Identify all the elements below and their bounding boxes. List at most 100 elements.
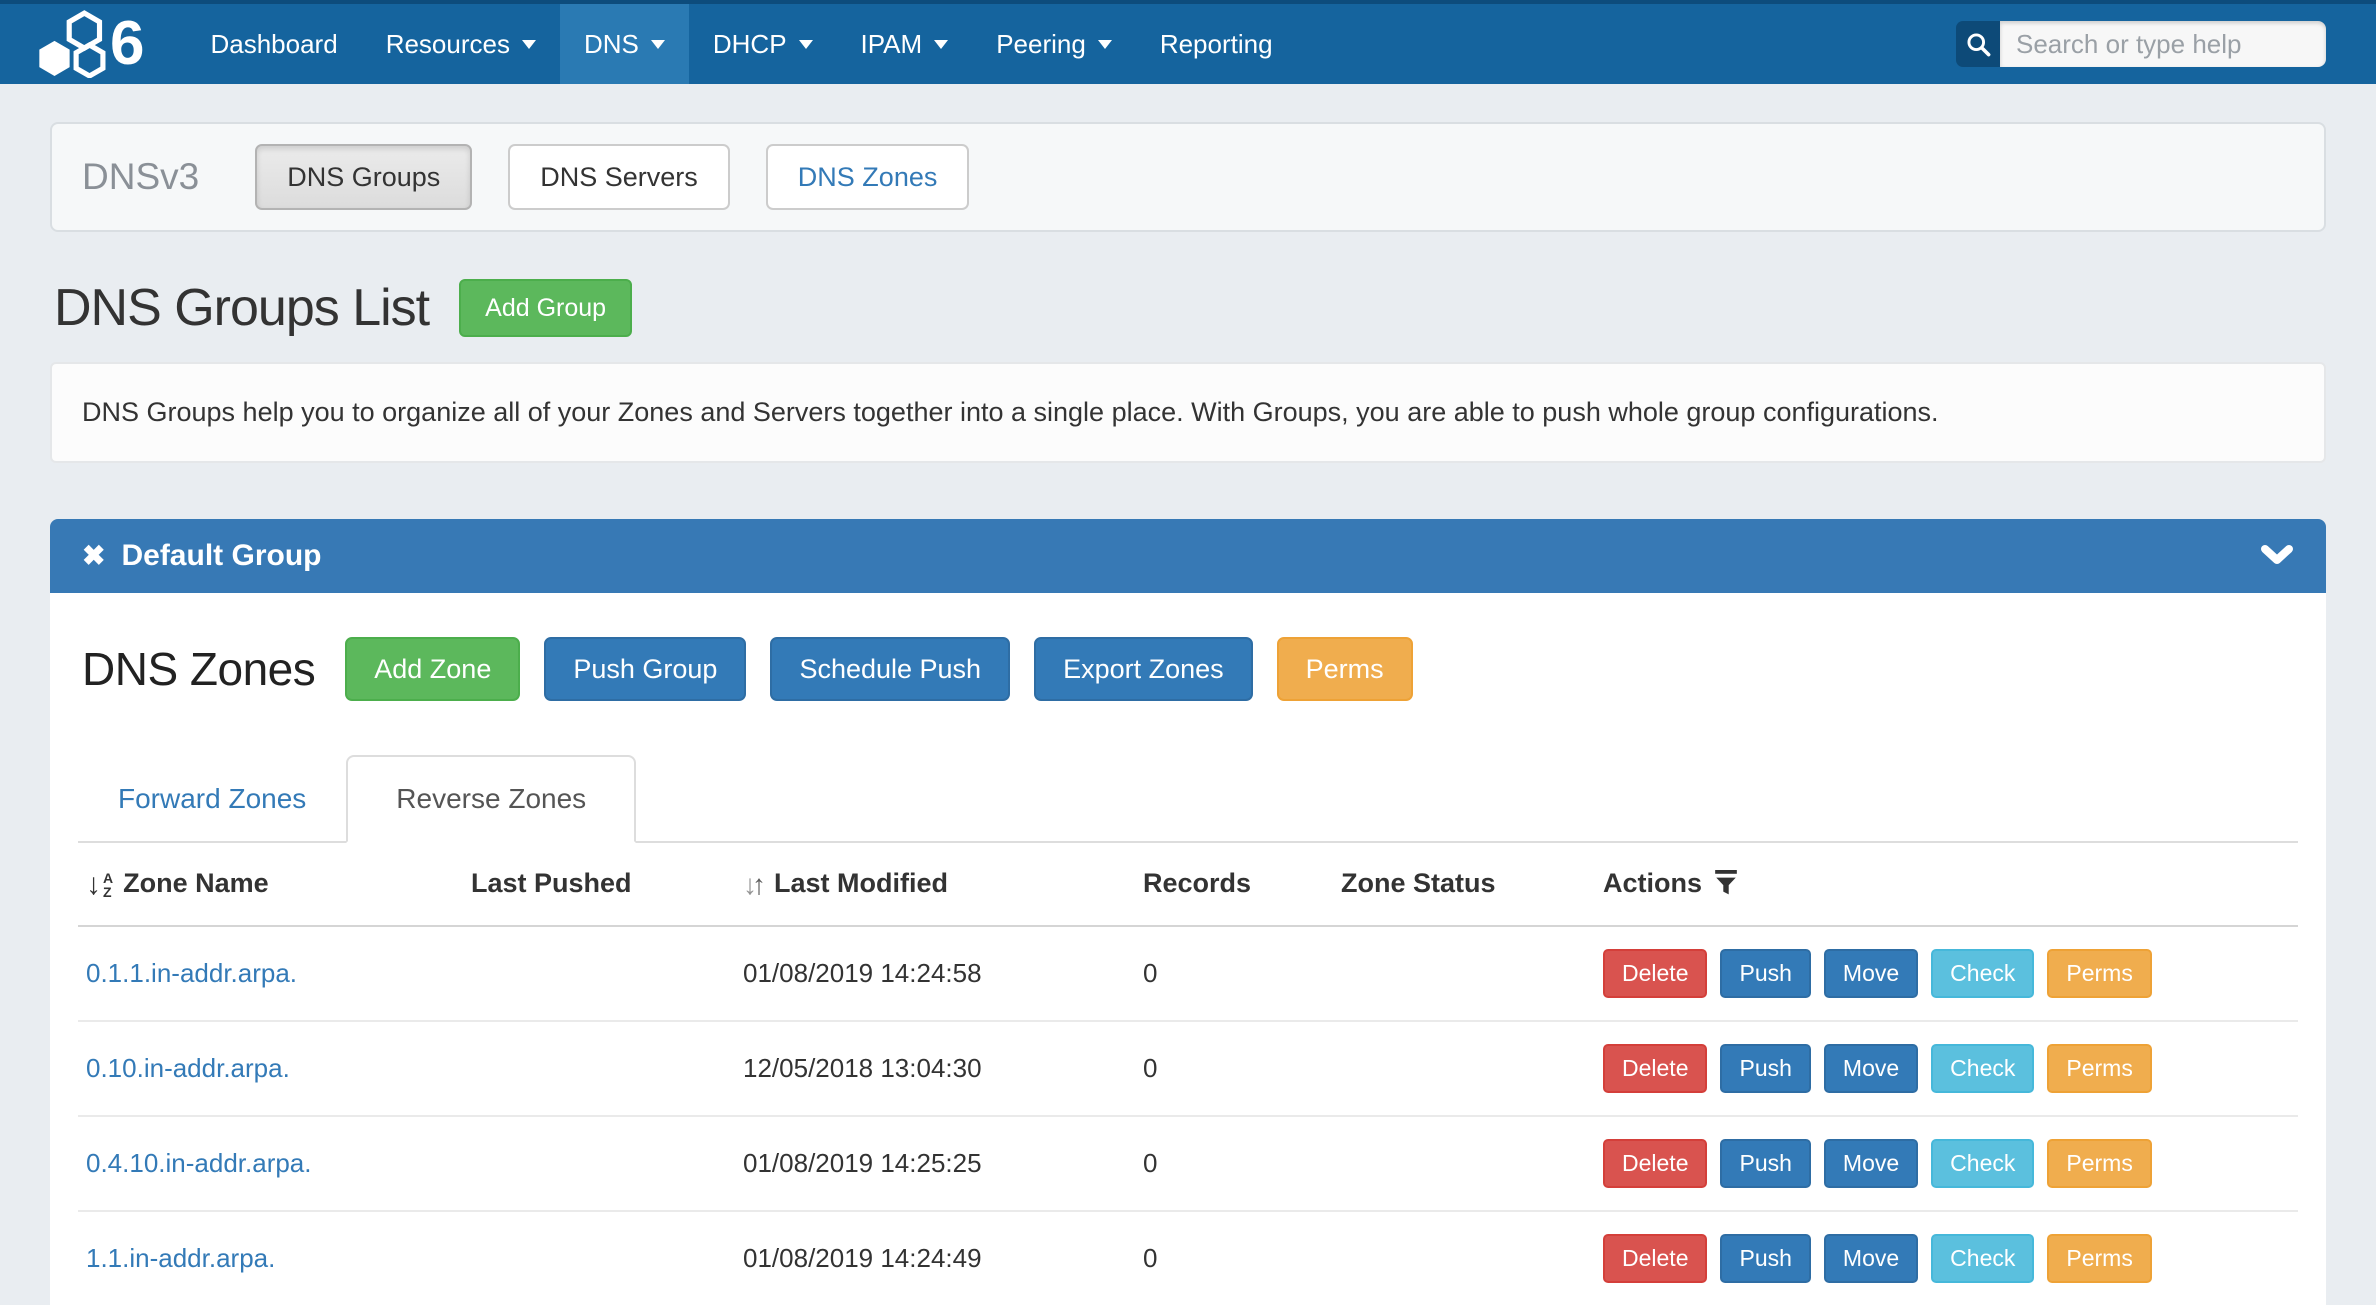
perms-button[interactable]: Perms bbox=[2047, 1234, 2151, 1283]
last-modified-cell: 01/08/2019 14:24:49 bbox=[735, 1211, 1135, 1305]
zone-tabs: Forward ZonesReverse Zones bbox=[78, 755, 2298, 843]
dns-zones-button[interactable]: DNS Zones bbox=[766, 144, 970, 210]
actions-cell: Delete Push Move Check Perms bbox=[1595, 1211, 2298, 1305]
nav-item-peering[interactable]: Peering bbox=[972, 4, 1136, 84]
push-button[interactable]: Push bbox=[1720, 1234, 1810, 1283]
column-header-last-modified[interactable]: ↓↑Last Modified bbox=[735, 843, 1135, 926]
column-header-actions[interactable]: Actions bbox=[1595, 843, 2298, 926]
add-group-button[interactable]: Add Group bbox=[459, 279, 632, 337]
push-button[interactable]: Push bbox=[1720, 949, 1810, 998]
nav-item-ipam[interactable]: IPAM bbox=[837, 4, 973, 84]
zone-link[interactable]: 0.1.1.in-addr.arpa. bbox=[86, 958, 297, 988]
default-group-panel: ✖ Default Group DNS Zones Add Zone Push G… bbox=[50, 519, 2326, 1305]
zone-name-cell: 0.10.in-addr.arpa. bbox=[78, 1021, 463, 1116]
records-cell: 0 bbox=[1135, 926, 1333, 1021]
page-head: DNS Groups List Add Group bbox=[50, 278, 2326, 338]
zones-table-head-row: ↓AZ Zone Name Last Pushed↓↑Last ModifiedRe… bbox=[78, 843, 2298, 926]
last-modified-cell: 01/08/2019 14:25:25 bbox=[735, 1116, 1135, 1211]
delete-button[interactable]: Delete bbox=[1603, 1139, 1707, 1188]
group-panel-header[interactable]: ✖ Default Group bbox=[50, 519, 2326, 593]
zone-name-cell: 0.4.10.in-addr.arpa. bbox=[78, 1116, 463, 1211]
table-row: 0.4.10.in-addr.arpa.01/08/2019 14:25:250… bbox=[78, 1116, 2298, 1211]
check-button[interactable]: Check bbox=[1931, 949, 2034, 998]
perms-button[interactable]: Perms bbox=[2047, 1139, 2151, 1188]
move-button[interactable]: Move bbox=[1824, 1044, 1918, 1093]
export-zones-button[interactable]: Export Zones bbox=[1034, 637, 1253, 701]
zone-name-cell: 1.1.in-addr.arpa. bbox=[78, 1211, 463, 1305]
chevron-down-icon bbox=[651, 40, 665, 49]
delete-button[interactable]: Delete bbox=[1603, 949, 1707, 998]
brand-logo[interactable]: 6 bbox=[36, 4, 144, 84]
dns-groups-button[interactable]: DNS Groups bbox=[255, 144, 472, 210]
perms-button[interactable]: Perms bbox=[1277, 637, 1413, 701]
push-button[interactable]: Push bbox=[1720, 1044, 1810, 1093]
move-button[interactable]: Move bbox=[1824, 1234, 1918, 1283]
check-button[interactable]: Check bbox=[1931, 1234, 2034, 1283]
table-row: 0.10.in-addr.arpa. 12/05/2018 13:04:300 De… bbox=[78, 1021, 2298, 1116]
nav-item-dashboard[interactable]: Dashboard bbox=[186, 4, 361, 84]
close-icon[interactable]: ✖ bbox=[82, 542, 105, 570]
zone-status-cell bbox=[1333, 926, 1595, 1021]
sort-alpha-down-icon: ↓AZ bbox=[86, 870, 113, 900]
group-toolbar: Add Zone Push Group Schedule Push Export Zo… bbox=[345, 637, 1436, 701]
delete-button[interactable]: Delete bbox=[1603, 1234, 1707, 1283]
nav-item-reporting[interactable]: Reporting bbox=[1136, 4, 1297, 84]
column-label: Last Modified bbox=[774, 868, 948, 898]
nav-items: Dashboard Resources DNS DHCP IPAM PeeringRepo… bbox=[186, 4, 1296, 84]
schedule-push-button[interactable]: Schedule Push bbox=[770, 637, 1010, 701]
actions-cell: Delete Push Move Check Perms bbox=[1595, 926, 2298, 1021]
zone-link[interactable]: 0.4.10.in-addr.arpa. bbox=[86, 1148, 312, 1178]
search-button[interactable] bbox=[1956, 21, 2000, 67]
brand-text: 6 bbox=[110, 13, 144, 75]
column-header-records[interactable]: Records bbox=[1135, 843, 1333, 926]
delete-button[interactable]: Delete bbox=[1603, 1044, 1707, 1093]
chevron-down-icon bbox=[799, 40, 813, 49]
group-panel-body: DNS Zones Add Zone Push Group Schedule Pus… bbox=[50, 593, 2326, 1305]
records-cell: 0 bbox=[1135, 1021, 1333, 1116]
nav-item-label: Resources bbox=[386, 29, 510, 60]
nav-item-label: DNS bbox=[584, 29, 639, 60]
dns-servers-button[interactable]: DNS Servers bbox=[508, 144, 730, 210]
column-header-last-pushed[interactable]: Last Pushed bbox=[463, 843, 735, 926]
perms-button[interactable]: Perms bbox=[2047, 949, 2151, 998]
tab-forward-zones[interactable]: Forward Zones bbox=[78, 757, 346, 841]
perms-button[interactable]: Perms bbox=[2047, 1044, 2151, 1093]
chevron-down-icon bbox=[2260, 544, 2294, 568]
nav-item-dns[interactable]: DNS bbox=[560, 4, 689, 84]
search-icon bbox=[1965, 31, 1992, 58]
column-label: Zone Name bbox=[123, 868, 269, 898]
zone-link[interactable]: 1.1.in-addr.arpa. bbox=[86, 1243, 275, 1273]
nav-item-label: IPAM bbox=[861, 29, 923, 60]
zone-status-cell bbox=[1333, 1211, 1595, 1305]
column-label: Zone Status bbox=[1341, 868, 1496, 898]
search-input[interactable] bbox=[2000, 21, 2326, 67]
description-well: DNS Groups help you to organize all of y… bbox=[50, 362, 2326, 463]
nav-item-resources[interactable]: Resources bbox=[362, 4, 560, 84]
move-button[interactable]: Move bbox=[1824, 949, 1918, 998]
last-pushed-cell bbox=[463, 1211, 735, 1305]
zone-link[interactable]: 0.10.in-addr.arpa. bbox=[86, 1053, 290, 1083]
records-cell: 0 bbox=[1135, 1211, 1333, 1305]
zones-section-title: DNS Zones bbox=[82, 642, 315, 696]
chevron-down-icon bbox=[522, 40, 536, 49]
hexagons-logo-icon bbox=[36, 10, 108, 78]
check-button[interactable]: Check bbox=[1931, 1139, 2034, 1188]
move-button[interactable]: Move bbox=[1824, 1139, 1918, 1188]
nav-item-dhcp[interactable]: DHCP bbox=[689, 4, 837, 84]
filter-icon bbox=[1714, 870, 1738, 896]
collapse-toggle-button[interactable] bbox=[2260, 544, 2294, 568]
column-header-zone-name[interactable]: ↓AZ Zone Name bbox=[78, 843, 463, 926]
zone-status-cell bbox=[1333, 1116, 1595, 1211]
zone-status-cell bbox=[1333, 1021, 1595, 1116]
last-modified-cell: 12/05/2018 13:04:30 bbox=[735, 1021, 1135, 1116]
add-zone-button[interactable]: Add Zone bbox=[345, 637, 520, 701]
dnsv3-switcher-bar: DNSv3 DNS GroupsDNS ServersDNS Zones bbox=[50, 122, 2326, 232]
nav-item-label: DHCP bbox=[713, 29, 787, 60]
column-header-zone-status[interactable]: Zone Status bbox=[1333, 843, 1595, 926]
push-button[interactable]: Push bbox=[1720, 1139, 1810, 1188]
tab-reverse-zones[interactable]: Reverse Zones bbox=[346, 755, 636, 843]
check-button[interactable]: Check bbox=[1931, 1044, 2034, 1093]
table-row: 0.1.1.in-addr.arpa.01/08/2019 14:24:580D… bbox=[78, 926, 2298, 1021]
group-panel-title: Default Group bbox=[121, 539, 321, 573]
push-group-button[interactable]: Push Group bbox=[544, 637, 746, 701]
